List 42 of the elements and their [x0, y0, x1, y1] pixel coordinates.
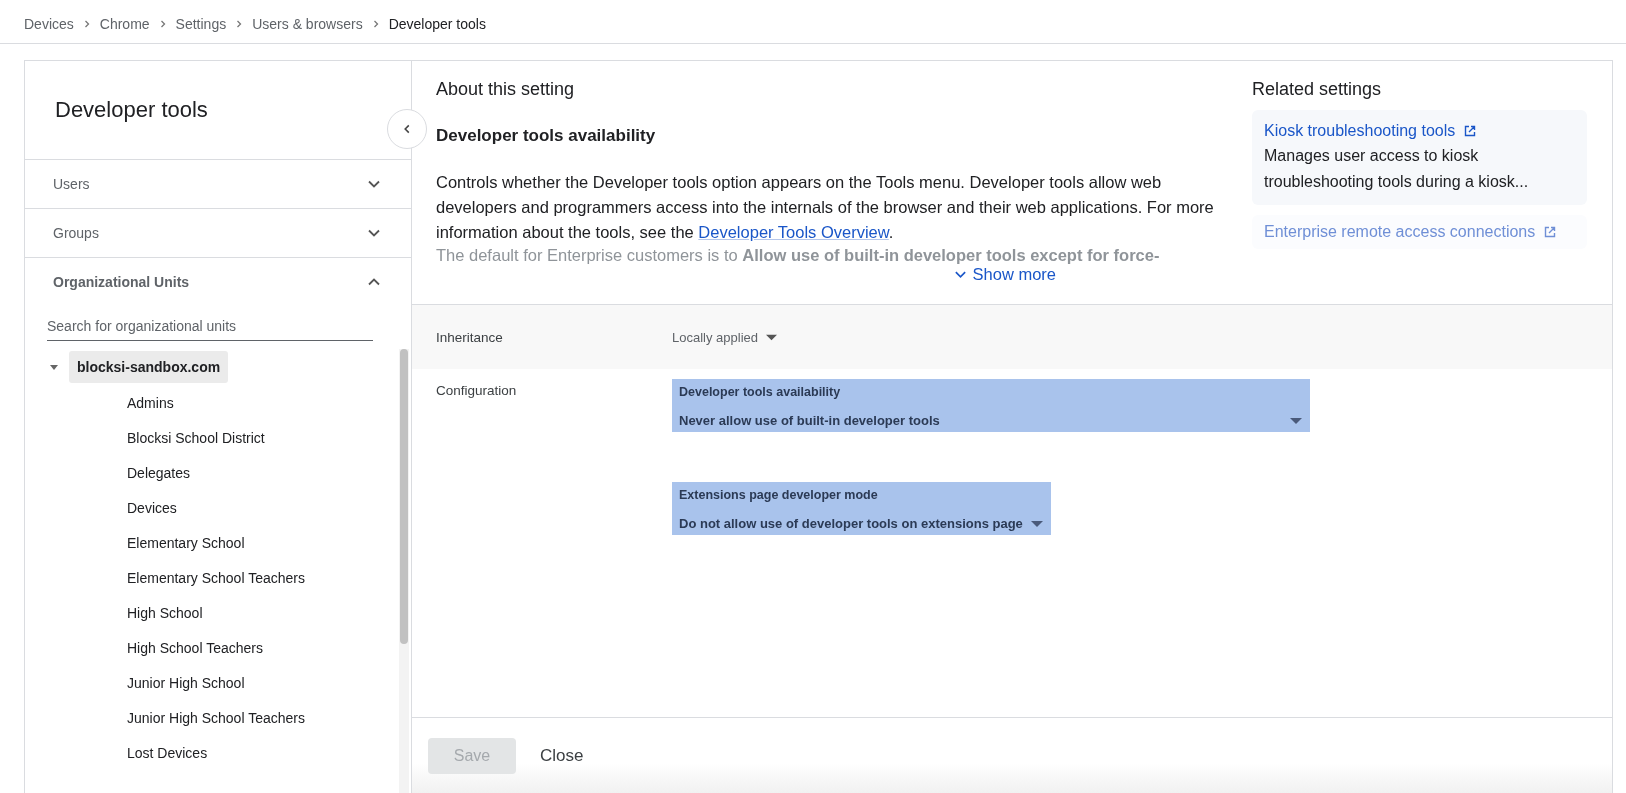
accordion-header[interactable]: Users: [25, 160, 411, 209]
select-field[interactable]: Developer tools availability Never allow use of built-in developer tools: [672, 379, 1310, 432]
related-setting-description: Manages user access to kiosk troubleshooting tools during a kiosk...: [1264, 146, 1530, 192]
select-field[interactable]: Extensions page developer mode Do not allow use of developer tools on extensions page: [672, 482, 1051, 535]
breadcrumb-link[interactable]: Users & browsers: [252, 15, 363, 32]
related-setting-card[interactable]: Kiosk troubleshooting tools Manages user access to kiosk troubleshooting tools during a kiosk...: [1252, 110, 1587, 205]
caret-down-icon[interactable]: [49, 362, 59, 372]
accordion-header[interactable]: Groups: [25, 209, 411, 258]
description-text: Controls whether the Developer tools option appears on the Tools menu. Developer tools allow web developers and programmers access into the internals of the browser and their web applications. For more information about the tools, see the Developer Tools Overview.: [436, 172, 1215, 243]
tree-item[interactable]: Delegates: [119, 456, 199, 489]
section-title: About this setting: [436, 79, 576, 100]
tree-item[interactable]: Junior High School: [119, 666, 253, 699]
tree-item[interactable]: Devices: [119, 491, 185, 524]
breadcrumb-link[interactable]: Chrome: [99, 15, 150, 32]
tree-item[interactable]: Lost Devices: [119, 736, 216, 769]
tree-item[interactable]: Elementary School Teachers: [119, 561, 313, 594]
breadcrumb-link[interactable]: Developer tools: [388, 15, 486, 32]
inheritance-dropdown[interactable]: Locally applied: [672, 329, 777, 345]
setting-name: Developer tools availability: [436, 126, 657, 146]
panel-title: Developer tools: [55, 97, 208, 123]
external-link-icon: [1463, 124, 1478, 138]
related-setting-link[interactable]: Kiosk troubleshooting tools: [1264, 122, 1456, 140]
collapse-button[interactable]: [387, 109, 427, 149]
tree-item[interactable]: Junior High School Teachers: [119, 701, 313, 734]
tree-item[interactable]: High School Teachers: [119, 631, 271, 664]
accordion-header[interactable]: Organizational Units: [25, 258, 411, 306]
tree-item[interactable]: Elementary School: [119, 526, 253, 559]
external-link-icon: [1543, 225, 1558, 239]
overview-link[interactable]: Developer Tools Overview: [698, 223, 889, 241]
tree-item[interactable]: blocksi-sandbox.com: [69, 351, 229, 383]
tree-item[interactable]: Admins: [119, 386, 182, 419]
section-title: Related settings: [1252, 79, 1383, 100]
tree-item[interactable]: High School: [119, 596, 211, 629]
scrollbar[interactable]: [399, 349, 409, 793]
breadcrumb-link[interactable]: Settings: [175, 15, 227, 32]
inheritance-label: Inheritance: [436, 329, 504, 345]
breadcrumb-link[interactable]: Devices: [24, 15, 74, 32]
close-button[interactable]: Close: [536, 737, 588, 774]
tree-item[interactable]: Blocksi School District: [119, 421, 273, 454]
faded-description-text: The default for Enterprise customers is to Allow use of built-in developer tools except for force-: [436, 245, 1161, 265]
show-more-button[interactable]: Show more: [953, 265, 1056, 284]
configuration-label: Configuration: [436, 382, 518, 398]
